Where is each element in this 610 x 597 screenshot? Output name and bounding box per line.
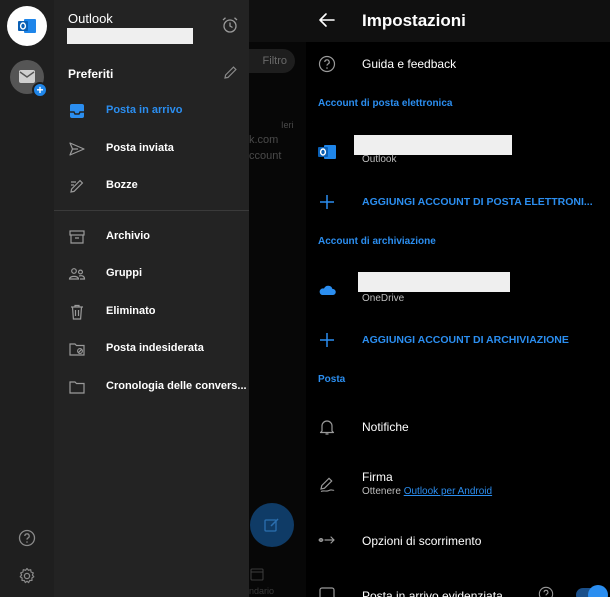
draft-icon bbox=[70, 179, 84, 193]
pencil-edit-icon[interactable] bbox=[223, 65, 238, 80]
bell-icon bbox=[319, 420, 335, 435]
mail-icon bbox=[19, 70, 35, 83]
settings-header: Impostazioni bbox=[306, 0, 610, 42]
alarm-clock-icon[interactable] bbox=[221, 16, 239, 34]
folder-inbox[interactable]: Posta in arrivo bbox=[54, 92, 249, 130]
folder-label: Gruppi bbox=[106, 267, 143, 279]
signature-row[interactable]: Firma Ottenere Outlook per Android bbox=[306, 462, 610, 506]
divider bbox=[54, 210, 249, 211]
swipe-arrows-icon bbox=[318, 536, 335, 544]
compose-icon bbox=[264, 518, 279, 532]
help-feedback-label: Guida e feedback bbox=[362, 57, 457, 71]
folder-icon bbox=[69, 381, 85, 394]
onedrive-cloud-icon bbox=[319, 285, 336, 295]
page-title: Impostazioni bbox=[362, 11, 466, 30]
outlook-logo-icon bbox=[18, 19, 36, 33]
folder-conversation-history[interactable]: Cronologia delle convers... bbox=[54, 368, 249, 406]
folder-drawer: Outlook Preferiti Posta in arrivo Posta … bbox=[54, 0, 249, 597]
help-icon[interactable] bbox=[538, 586, 554, 597]
inbox-list-dimmed: Filtro Ieri k.com ccount ndario bbox=[249, 0, 306, 597]
plus-icon bbox=[320, 333, 334, 347]
folder-label: Cronologia delle convers... bbox=[106, 380, 247, 392]
calendar-icon[interactable] bbox=[250, 568, 264, 581]
swipe-options-label: Opzioni di scorrimento bbox=[362, 534, 482, 548]
compose-button[interactable] bbox=[250, 503, 294, 547]
account-name: Outlook bbox=[68, 11, 113, 26]
outlook-account-row[interactable]: Outlook bbox=[306, 128, 610, 172]
folder-junk[interactable]: Posta indesiderata bbox=[54, 330, 249, 368]
filter-button[interactable]: Filtro bbox=[249, 49, 295, 73]
email-accounts-heading: Account di posta elettronica bbox=[318, 98, 453, 109]
add-email-account-label: AGGIUNGI ACCOUNT DI POSTA ELETTRONI... bbox=[362, 196, 593, 208]
favorites-heading: Preferiti bbox=[68, 67, 114, 81]
folder-sent[interactable]: Posta inviata bbox=[54, 130, 249, 168]
signature-pen-icon bbox=[320, 477, 335, 493]
signature-value: Ottenere Outlook per Android bbox=[362, 486, 492, 497]
folder-archive[interactable]: Archivio bbox=[54, 218, 249, 256]
folder-label: Posta indesiderata bbox=[106, 342, 204, 354]
message-time: Ieri bbox=[281, 120, 294, 130]
storage-accounts-heading: Account di archiviazione bbox=[318, 236, 436, 247]
focused-inbox-icon bbox=[319, 587, 335, 597]
folder-deleted[interactable]: Eliminato bbox=[54, 293, 249, 331]
help-feedback-row[interactable]: Guida e feedback bbox=[306, 46, 610, 82]
folder-groups[interactable]: Gruppi bbox=[54, 255, 249, 293]
inbox-header bbox=[249, 0, 306, 42]
folder-label: Eliminato bbox=[106, 305, 156, 317]
account-rail: + bbox=[0, 0, 54, 597]
calendar-tab-label: ndario bbox=[249, 586, 275, 596]
message-sender: k.com bbox=[249, 134, 279, 146]
storage-type-label: OneDrive bbox=[362, 293, 405, 304]
plus-icon bbox=[320, 195, 334, 209]
focused-inbox-label: Posta in arrivo evidenziata bbox=[362, 589, 503, 597]
folder-drafts[interactable]: Bozze bbox=[54, 167, 249, 205]
outlook-android-link[interactable]: Outlook per Android bbox=[404, 486, 492, 497]
message-preview: ccount bbox=[249, 150, 282, 162]
settings-gear-icon[interactable] bbox=[18, 567, 36, 585]
groups-icon bbox=[68, 268, 86, 280]
add-email-account-row[interactable]: AGGIUNGI ACCOUNT DI POSTA ELETTRONI... bbox=[306, 184, 610, 220]
signature-prefix: Ottenere bbox=[362, 486, 401, 497]
add-storage-account-label: AGGIUNGI ACCOUNT DI ARCHIVIAZIONE bbox=[362, 334, 569, 346]
plus-icon: + bbox=[32, 82, 48, 98]
notifications-row[interactable]: Notifiche bbox=[306, 408, 610, 446]
archive-icon bbox=[69, 230, 85, 244]
trash-icon bbox=[71, 304, 83, 320]
add-storage-account-row[interactable]: AGGIUNGI ACCOUNT DI ARCHIVIAZIONE bbox=[306, 322, 610, 358]
help-icon bbox=[318, 55, 336, 73]
storage-account-redacted bbox=[358, 272, 510, 292]
send-icon bbox=[69, 142, 85, 156]
add-account-avatar[interactable]: + bbox=[10, 60, 48, 98]
folder-label: Posta inviata bbox=[106, 142, 174, 154]
mail-section-heading: Posta bbox=[318, 374, 346, 385]
outlook-logo-icon bbox=[318, 145, 336, 159]
onedrive-account-row[interactable]: OneDrive bbox=[306, 266, 610, 310]
folder-label: Bozze bbox=[106, 179, 138, 191]
notifications-label: Notifiche bbox=[362, 420, 409, 434]
settings-panel: Impostazioni Guida e feedback Account di… bbox=[306, 0, 610, 597]
junk-icon bbox=[69, 343, 85, 356]
folder-label: Archivio bbox=[106, 230, 151, 242]
help-icon[interactable] bbox=[18, 529, 36, 547]
account-email-redacted bbox=[67, 28, 193, 44]
swipe-options-row[interactable]: Opzioni di scorrimento bbox=[306, 522, 610, 558]
focused-inbox-toggle[interactable] bbox=[576, 585, 608, 597]
focused-inbox-row[interactable]: Posta in arrivo evidenziata bbox=[306, 576, 610, 597]
account-type-label: Outlook bbox=[362, 154, 397, 165]
back-arrow-icon[interactable] bbox=[318, 11, 336, 29]
email-address-redacted bbox=[354, 135, 512, 155]
outlook-account-avatar[interactable] bbox=[7, 6, 47, 46]
folder-label: Posta in arrivo bbox=[106, 104, 183, 116]
signature-label: Firma bbox=[362, 470, 393, 484]
inbox-icon bbox=[70, 104, 84, 118]
